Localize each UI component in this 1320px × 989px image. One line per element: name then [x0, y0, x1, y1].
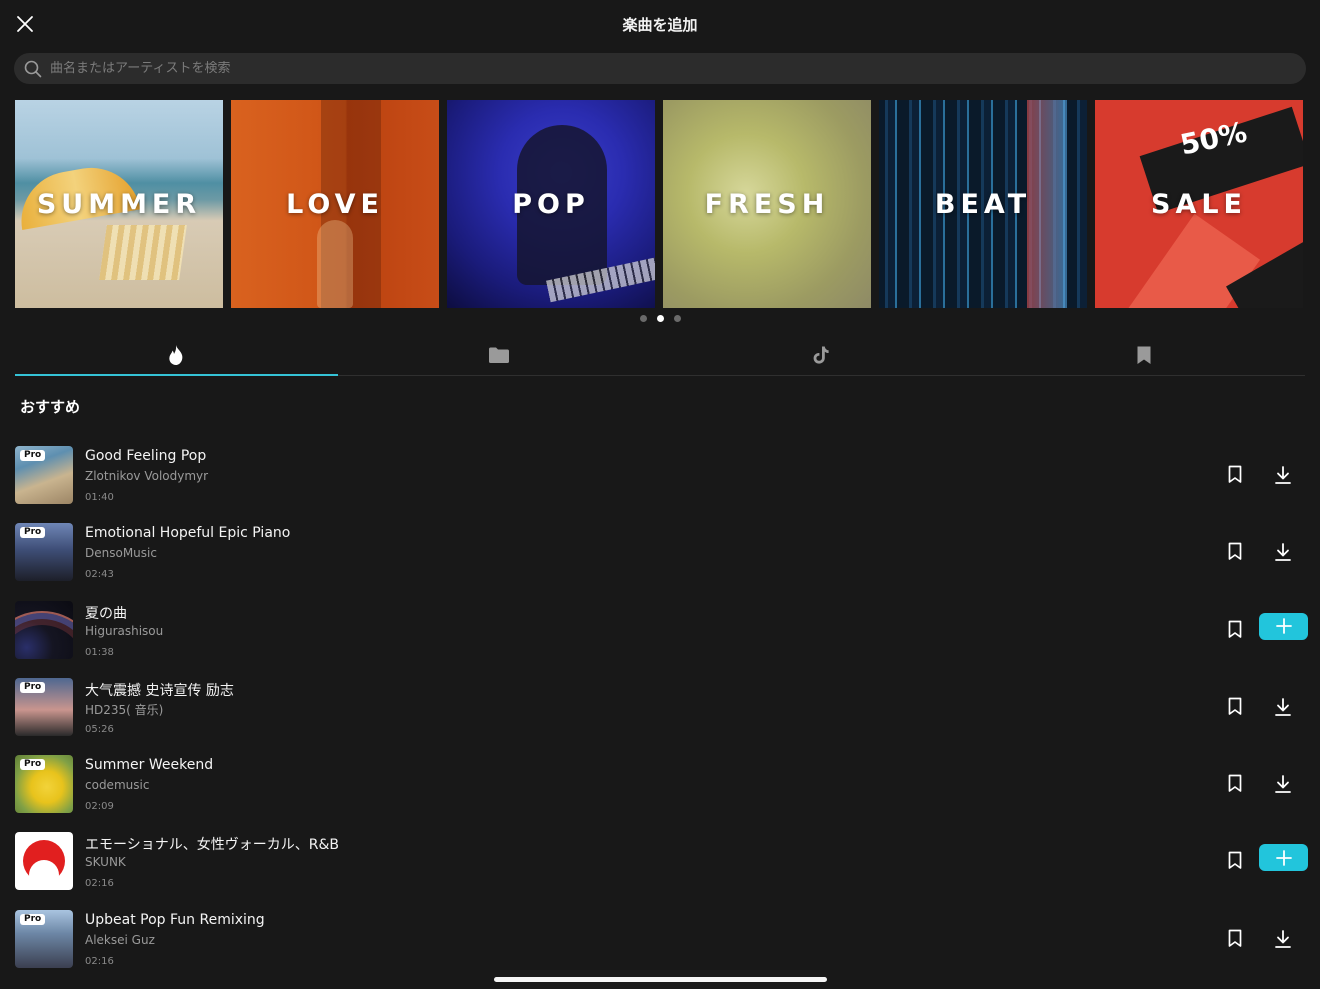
- bookmark-button[interactable]: [1225, 773, 1245, 793]
- download-button[interactable]: [1272, 928, 1294, 950]
- page-title: 楽曲を追加: [622, 16, 698, 34]
- song-thumbnail: Pro: [15, 909, 73, 968]
- tab-recommended[interactable]: [15, 335, 338, 376]
- tab-favorites[interactable]: [983, 335, 1306, 375]
- genre-label: FRESH: [704, 188, 830, 220]
- page-dot-active[interactable]: [656, 315, 664, 322]
- pro-badge: Pro: [20, 759, 46, 771]
- genre-card-sale[interactable]: 50% SALE: [1095, 100, 1303, 308]
- song-row[interactable]: 夏の曲 Higurashisou 01:38: [0, 595, 1320, 672]
- pro-badge: Pro: [20, 913, 46, 925]
- download-button[interactable]: [1272, 773, 1294, 795]
- genre-label: POP: [512, 188, 590, 220]
- flame-icon: [169, 345, 183, 365]
- song-duration: 01:40: [85, 492, 114, 503]
- section-title: おすすめ: [20, 398, 81, 416]
- song-thumbnail: Pro: [15, 677, 73, 736]
- page-dot[interactable]: [673, 315, 681, 322]
- song-thumbnail: Pro: [15, 755, 73, 814]
- download-button[interactable]: [1272, 696, 1294, 718]
- song-title: Upbeat Pop Fun Remixing: [85, 911, 265, 928]
- bookmark-icon: [1137, 346, 1151, 364]
- bookmark-button[interactable]: [1225, 541, 1245, 561]
- song-row[interactable]: Pro Summer Weekend codemusic 02:09: [0, 749, 1320, 826]
- page-dot[interactable]: [639, 315, 647, 322]
- download-button[interactable]: [1272, 464, 1294, 486]
- genre-label: SALE: [1151, 188, 1247, 220]
- genre-label: SUMMER: [36, 188, 202, 220]
- tab-tiktok[interactable]: [660, 335, 983, 375]
- song-row[interactable]: Pro 大气震撼 史诗宣传 励志 HD235( 音乐) 05:26: [0, 672, 1320, 749]
- song-duration: 05:26: [85, 723, 114, 735]
- plus-icon: [1275, 850, 1292, 866]
- song-duration: 01:38: [85, 646, 114, 658]
- song-thumbnail: Pro: [15, 523, 73, 582]
- bookmark-button[interactable]: [1225, 850, 1245, 870]
- genre-carousel[interactable]: SUMMER LOVE POP FRESH BEAT 50% SALE: [15, 100, 1303, 308]
- song-row[interactable]: Pro Upbeat Pop Fun Remixing Aleksei Guz …: [0, 904, 1320, 981]
- add-song-button[interactable]: [1259, 612, 1308, 640]
- song-title: 大气震撼 史诗宣传 励志: [85, 682, 234, 699]
- plus-icon: [1275, 618, 1292, 634]
- song-artist: codemusic: [85, 778, 150, 793]
- song-thumbnail: [15, 832, 73, 891]
- pro-badge: Pro: [20, 450, 46, 461]
- search-bar[interactable]: [14, 53, 1306, 84]
- pro-badge: Pro: [20, 527, 46, 539]
- song-title: 夏の曲: [85, 605, 127, 622]
- tiktok-icon: [813, 346, 829, 364]
- genre-label: LOVE: [286, 188, 384, 220]
- add-song-button[interactable]: [1259, 844, 1308, 872]
- song-row[interactable]: エモーショナル、女性ヴォーカル、R&B SKUNK 02:16: [0, 826, 1320, 903]
- song-list: Pro Good Feeling Pop Zlotnikov Volodymyr…: [0, 440, 1320, 981]
- song-duration: 02:16: [85, 878, 114, 890]
- song-title: Summer Weekend: [85, 757, 214, 774]
- category-tabs: [15, 335, 1305, 376]
- carousel-page-indicator: [0, 315, 1320, 322]
- song-title: エモーショナル、女性ヴォーカル、R&B: [85, 837, 339, 854]
- song-artist: DensoMusic: [85, 546, 157, 561]
- song-row[interactable]: Pro Good Feeling Pop Zlotnikov Volodymyr…: [0, 440, 1320, 517]
- search-icon: [24, 60, 42, 77]
- genre-card-summer[interactable]: SUMMER: [15, 100, 223, 308]
- genre-card-beat[interactable]: BEAT: [879, 100, 1087, 308]
- song-artist: Zlotnikov Volodymyr: [85, 469, 209, 483]
- pro-badge: Pro: [20, 681, 46, 693]
- song-title: Good Feeling Pop: [85, 448, 207, 464]
- song-artist: SKUNK: [85, 855, 126, 870]
- search-input[interactable]: [50, 61, 1250, 76]
- beach-chair-image: [99, 225, 187, 280]
- bookmark-button[interactable]: [1225, 696, 1245, 716]
- genre-card-fresh[interactable]: FRESH: [663, 100, 871, 308]
- song-artist: HD235( 音乐): [85, 702, 164, 717]
- song-title: Emotional Hopeful Epic Piano: [85, 525, 291, 542]
- song-thumbnail: Pro: [15, 446, 73, 504]
- header: 楽曲を追加: [0, 0, 1320, 48]
- bookmark-button[interactable]: [1225, 464, 1245, 484]
- song-duration: 02:43: [85, 569, 114, 581]
- song-duration: 02:16: [85, 955, 114, 967]
- tab-library[interactable]: [338, 335, 661, 375]
- song-duration: 02:09: [85, 801, 114, 813]
- vase-image: [317, 220, 353, 308]
- folder-icon: [488, 347, 509, 363]
- bookmark-button[interactable]: [1225, 928, 1245, 948]
- song-row[interactable]: Pro Emotional Hopeful Epic Piano DensoMu…: [0, 517, 1320, 594]
- song-artist: Higurashisou: [85, 623, 164, 638]
- genre-card-love[interactable]: LOVE: [231, 100, 439, 308]
- light-streaks-image: [1027, 100, 1067, 308]
- genre-label: BEAT: [934, 188, 1032, 220]
- genre-card-pop[interactable]: POP: [447, 100, 655, 308]
- download-button[interactable]: [1272, 541, 1294, 563]
- home-indicator[interactable]: [494, 977, 827, 982]
- song-artist: Aleksei Guz: [85, 932, 155, 947]
- bookmark-button[interactable]: [1225, 619, 1245, 639]
- song-thumbnail: [15, 600, 73, 659]
- add-music-screen: 楽曲を追加 SUMMER LOVE POP FRESH BEAT: [0, 0, 1320, 989]
